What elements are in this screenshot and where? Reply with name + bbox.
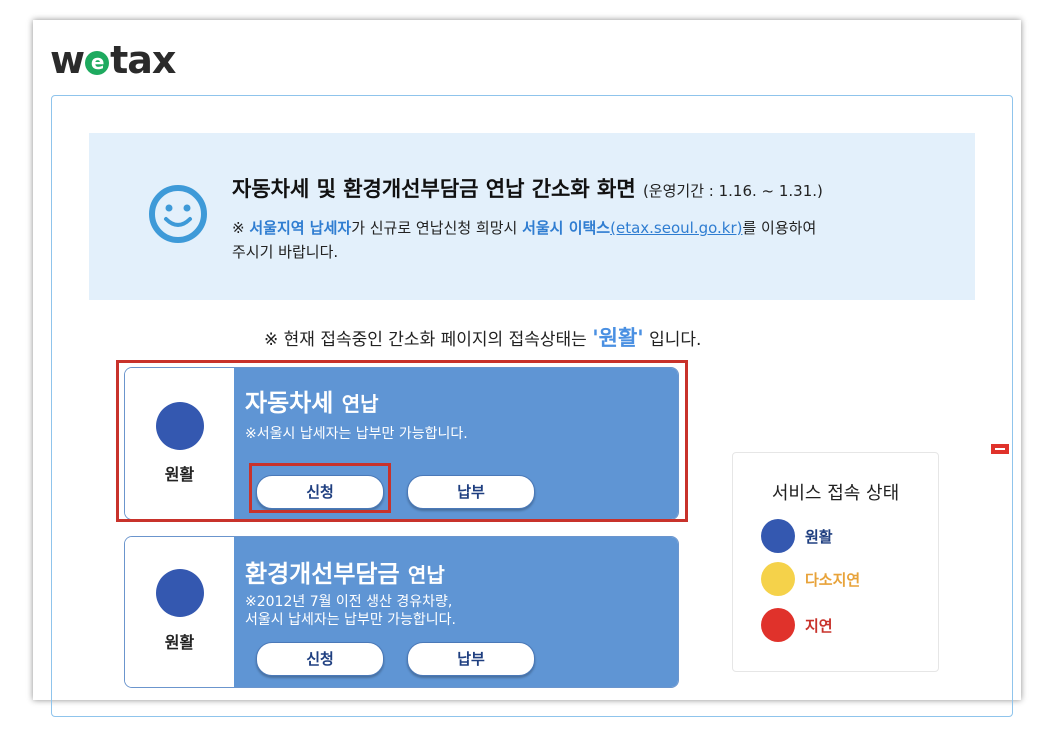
logo-e-icon: e bbox=[85, 51, 110, 75]
status-line-prefix: ※ 현재 접속중인 간소화 페이지의 접속상태는 bbox=[264, 330, 587, 350]
current-status-value: '원활' bbox=[592, 326, 644, 350]
card-description-line-1: ※2012년 7월 이전 생산 경유차량, bbox=[245, 594, 453, 610]
notice-line-2: 주시기 바랍니다. bbox=[232, 243, 339, 261]
legend-label: 원활 bbox=[805, 528, 833, 546]
card-title-sub: 연납 bbox=[407, 563, 445, 587]
card-main-panel: 환경개선부담금 연납 ※2012년 7월 이전 생산 경유차량, 서울시 납세자… bbox=[234, 537, 678, 687]
logo-text-tax: tax bbox=[110, 38, 176, 82]
card-title: 환경개선부담금 연납 bbox=[245, 554, 445, 589]
card-status-panel: 원활 bbox=[125, 537, 234, 687]
smiley-icon bbox=[149, 185, 207, 243]
pay-button[interactable]: 납부 bbox=[407, 642, 535, 676]
notice-text-1: 가 신규로 연납신청 희망시 bbox=[351, 219, 518, 237]
logo-text-w: w bbox=[50, 38, 85, 82]
notice-highlight-etax: 서울시 이택스 bbox=[522, 219, 611, 237]
legend-label: 지연 bbox=[805, 617, 833, 635]
card-environment-charge: 원활 환경개선부담금 연납 ※2012년 7월 이전 생산 경유차량, 서울시 … bbox=[124, 536, 679, 688]
legend-label: 다소지연 bbox=[805, 571, 861, 589]
notice-line-1: ※ 서울지역 납세자가 신규로 연납신청 희망시 서울시 이택스(etax.se… bbox=[232, 217, 816, 238]
notice-highlight-seoul-taxpayer: 서울지역 납세자 bbox=[249, 219, 352, 237]
status-dot-yellow-icon bbox=[761, 562, 795, 596]
notice-period: (운영기간 : 1.16. ~ 1.31.) bbox=[642, 182, 823, 200]
status-dot-red-icon bbox=[761, 608, 795, 642]
status-dot-blue-icon bbox=[761, 519, 795, 553]
wetax-logo[interactable]: w e tax bbox=[50, 38, 176, 82]
notice-title: 자동차세 및 환경개선부담금 연납 간소화 화면 (운영기간 : 1.16. ~… bbox=[232, 173, 823, 203]
card-title-main: 환경개선부담금 bbox=[245, 560, 400, 588]
card-description-line-2: 서울시 납세자는 납부만 가능합니다. bbox=[245, 612, 456, 628]
etax-link[interactable]: (etax.seoul.go.kr) bbox=[610, 219, 742, 237]
status-line: ※ 현재 접속중인 간소화 페이지의 접속상태는 '원활' 입니다. bbox=[264, 322, 701, 352]
highlight-apply-button bbox=[249, 463, 391, 513]
service-status-legend: 서비스 접속 상태 원활 다소지연 지연 bbox=[732, 452, 939, 672]
collapse-minus-icon[interactable] bbox=[991, 444, 1009, 454]
notice-mark: ※ bbox=[232, 219, 245, 237]
highlight-car-tax-card bbox=[116, 360, 688, 522]
apply-button[interactable]: 신청 bbox=[256, 642, 384, 676]
status-line-suffix: 입니다. bbox=[649, 330, 702, 350]
status-dot-icon bbox=[156, 569, 204, 617]
status-label: 원활 bbox=[164, 633, 195, 652]
legend-title: 서비스 접속 상태 bbox=[771, 483, 900, 504]
notice-title-text: 자동차세 및 환경개선부담금 연납 간소화 화면 bbox=[232, 177, 636, 201]
notice-text-2: 를 이용하여 bbox=[742, 219, 817, 237]
